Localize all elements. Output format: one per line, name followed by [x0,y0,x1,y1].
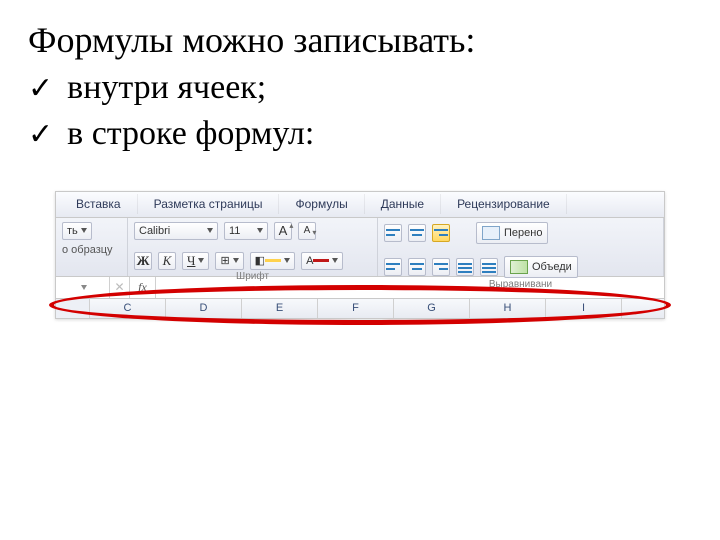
borders-icon: ⊞ [220,254,229,267]
align-top-button[interactable] [384,224,402,242]
bold-button[interactable]: Ж [134,252,152,270]
cancel-fx-button[interactable]: ✕ [110,277,130,298]
grow-font-button[interactable]: A [274,222,292,240]
align-center-icon [410,261,424,273]
ribbon: Вставка Разметка страницы Формулы Данные… [55,191,665,319]
align-middle-button[interactable] [408,224,426,242]
paste-label: ть [67,225,78,237]
slide-title: Формулы можно записывать: [28,18,692,63]
group-alignment: Перено Объеди Выравнивани [378,218,664,276]
underline-icon: Ч [187,253,195,269]
shrink-font-button[interactable]: A [298,222,316,240]
italic-button[interactable]: К [158,252,176,270]
excel-screenshot: Вставка Разметка страницы Формулы Данные… [55,191,665,319]
bullet-text: внутри ячеек; [67,65,266,111]
align-center-button[interactable] [408,258,426,276]
wrap-text-label: Перено [504,227,542,239]
underline-button[interactable]: Ч [182,252,209,270]
align-left-button[interactable] [384,258,402,276]
tab-review[interactable]: Рецензирование [441,194,567,214]
shrink-font-icon: A [304,225,311,236]
chevron-down-icon [233,258,239,263]
merge-cells-label: Объеди [532,261,572,273]
column-header[interactable]: D [166,299,242,318]
chevron-down-icon [257,228,263,233]
tab-insert[interactable]: Вставка [60,194,138,214]
wrap-text-button[interactable]: Перено [476,222,548,244]
font-size-value: 11 [229,225,240,237]
tab-data[interactable]: Данные [365,194,441,214]
column-header-row: C D E F G H I [56,298,664,318]
ribbon-tab-row: Вставка Разметка страницы Формулы Данные… [56,192,664,218]
decrease-indent-icon [458,261,472,273]
chevron-down-icon [81,285,87,290]
decrease-indent-button[interactable] [456,258,474,276]
checkmark-icon: ✓ [28,69,53,110]
italic-icon: К [163,253,172,269]
font-name-combo[interactable]: Calibri [134,222,218,240]
align-left-icon [386,261,400,273]
chevron-down-icon [332,258,338,263]
group-alignment-label: Выравнивани [384,278,657,290]
grow-font-icon: A [279,223,288,238]
font-color-icon: A [306,255,313,267]
borders-button[interactable]: ⊞ [215,252,243,270]
chevron-down-icon [198,258,204,263]
align-right-icon [434,261,448,273]
align-bottom-icon [434,227,448,239]
font-color-swatch [313,259,329,262]
paste-dropdown[interactable]: ть [62,222,92,240]
bold-icon: Ж [137,253,150,269]
chevron-down-icon [81,228,87,233]
increase-indent-button[interactable] [480,258,498,276]
font-size-combo[interactable]: 11 [224,222,268,240]
chevron-down-icon [284,258,290,263]
align-middle-icon [410,227,424,239]
column-header[interactable]: C [90,299,166,318]
column-header[interactable]: F [318,299,394,318]
bullet-item: ✓ внутри ячеек; [28,65,692,111]
column-header[interactable]: I [546,299,622,318]
group-clipboard: ть о образцу [56,218,128,276]
column-header[interactable]: H [470,299,546,318]
fill-color-icon: ◧ [255,254,265,267]
group-label [62,273,121,274]
align-right-button[interactable] [432,258,450,276]
increase-indent-icon [482,261,496,273]
wrap-text-icon [482,226,500,240]
fill-color-button[interactable]: ◧ [250,252,295,270]
tab-page-layout[interactable]: Разметка страницы [138,194,280,214]
chevron-down-icon [207,228,213,233]
align-top-icon [386,227,400,239]
checkmark-icon: ✓ [28,115,53,156]
ribbon-groups: ть о образцу Calibri 11 [56,218,664,276]
bullet-item: ✓ в строке формул: [28,111,692,157]
merge-cells-button[interactable]: Объеди [504,256,578,278]
align-bottom-button[interactable] [432,224,450,242]
select-all-corner[interactable] [56,299,90,318]
name-box[interactable] [56,277,110,298]
font-color-button[interactable]: A [301,252,343,270]
bullet-list: ✓ внутри ячеек; ✓ в строке формул: [28,65,692,157]
column-header[interactable]: E [242,299,318,318]
tab-formulas[interactable]: Формулы [279,194,364,214]
bullet-text: в строке формул: [67,111,314,157]
group-font: Calibri 11 A A Ж К Ч ⊞ ◧ [128,218,378,276]
merge-cells-icon [510,260,528,274]
font-name-value: Calibri [139,225,170,237]
fill-color-swatch [265,259,281,262]
format-painter-label: о образцу [62,244,113,256]
column-header[interactable]: G [394,299,470,318]
group-font-label: Шрифт [134,270,371,282]
